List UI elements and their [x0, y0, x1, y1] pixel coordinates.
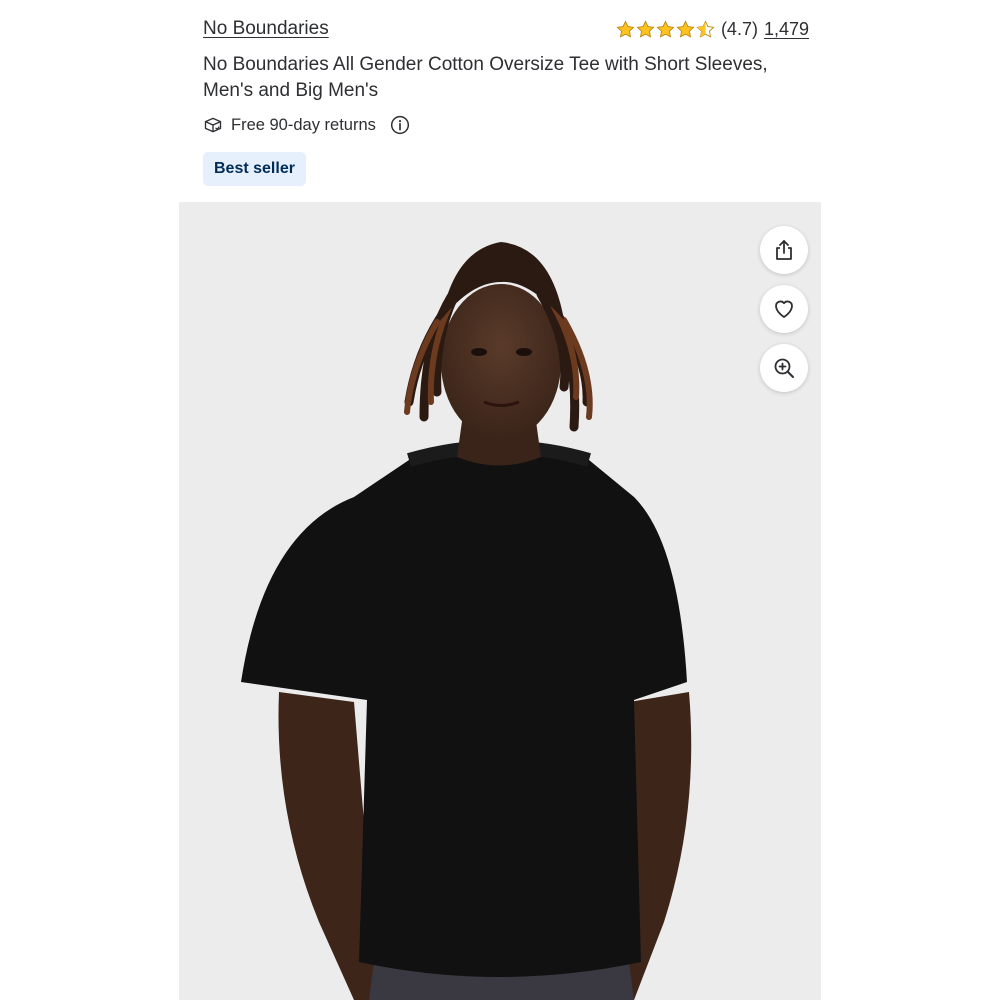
rating-summary[interactable]: (4.7) 1,479 [616, 19, 809, 40]
zoom-button[interactable] [760, 344, 808, 392]
review-count-link[interactable]: 1,479 [764, 19, 809, 40]
star-full-icon [616, 19, 635, 38]
product-header: No Boundaries (4.7) 1,479 No Boundaries … [203, 14, 809, 186]
share-icon [776, 240, 792, 260]
product-image-gallery[interactable] [179, 202, 821, 1000]
brand-link[interactable]: No Boundaries [203, 18, 329, 40]
star-full-icon [676, 19, 695, 38]
product-photo [179, 202, 821, 1000]
product-title: No Boundaries All Gender Cotton Oversize… [203, 54, 768, 101]
returns-label: Free 90-day returns [231, 115, 376, 134]
star-full-icon [636, 19, 655, 38]
favorite-button[interactable] [760, 285, 808, 333]
best-seller-badge: Best seller [203, 152, 306, 186]
returns-info: Free 90-day returns [203, 112, 809, 138]
star-full-icon [656, 19, 675, 38]
zoom-in-icon [774, 358, 794, 378]
heart-icon [775, 300, 793, 318]
star-half-icon [696, 19, 715, 38]
info-icon[interactable] [390, 115, 410, 135]
returns-box-icon [204, 117, 222, 133]
share-button[interactable] [760, 226, 808, 274]
rating-value: (4.7) [720, 18, 758, 39]
star-rating [616, 19, 715, 39]
brand-rating-row: No Boundaries (4.7) 1,479 [203, 14, 809, 44]
